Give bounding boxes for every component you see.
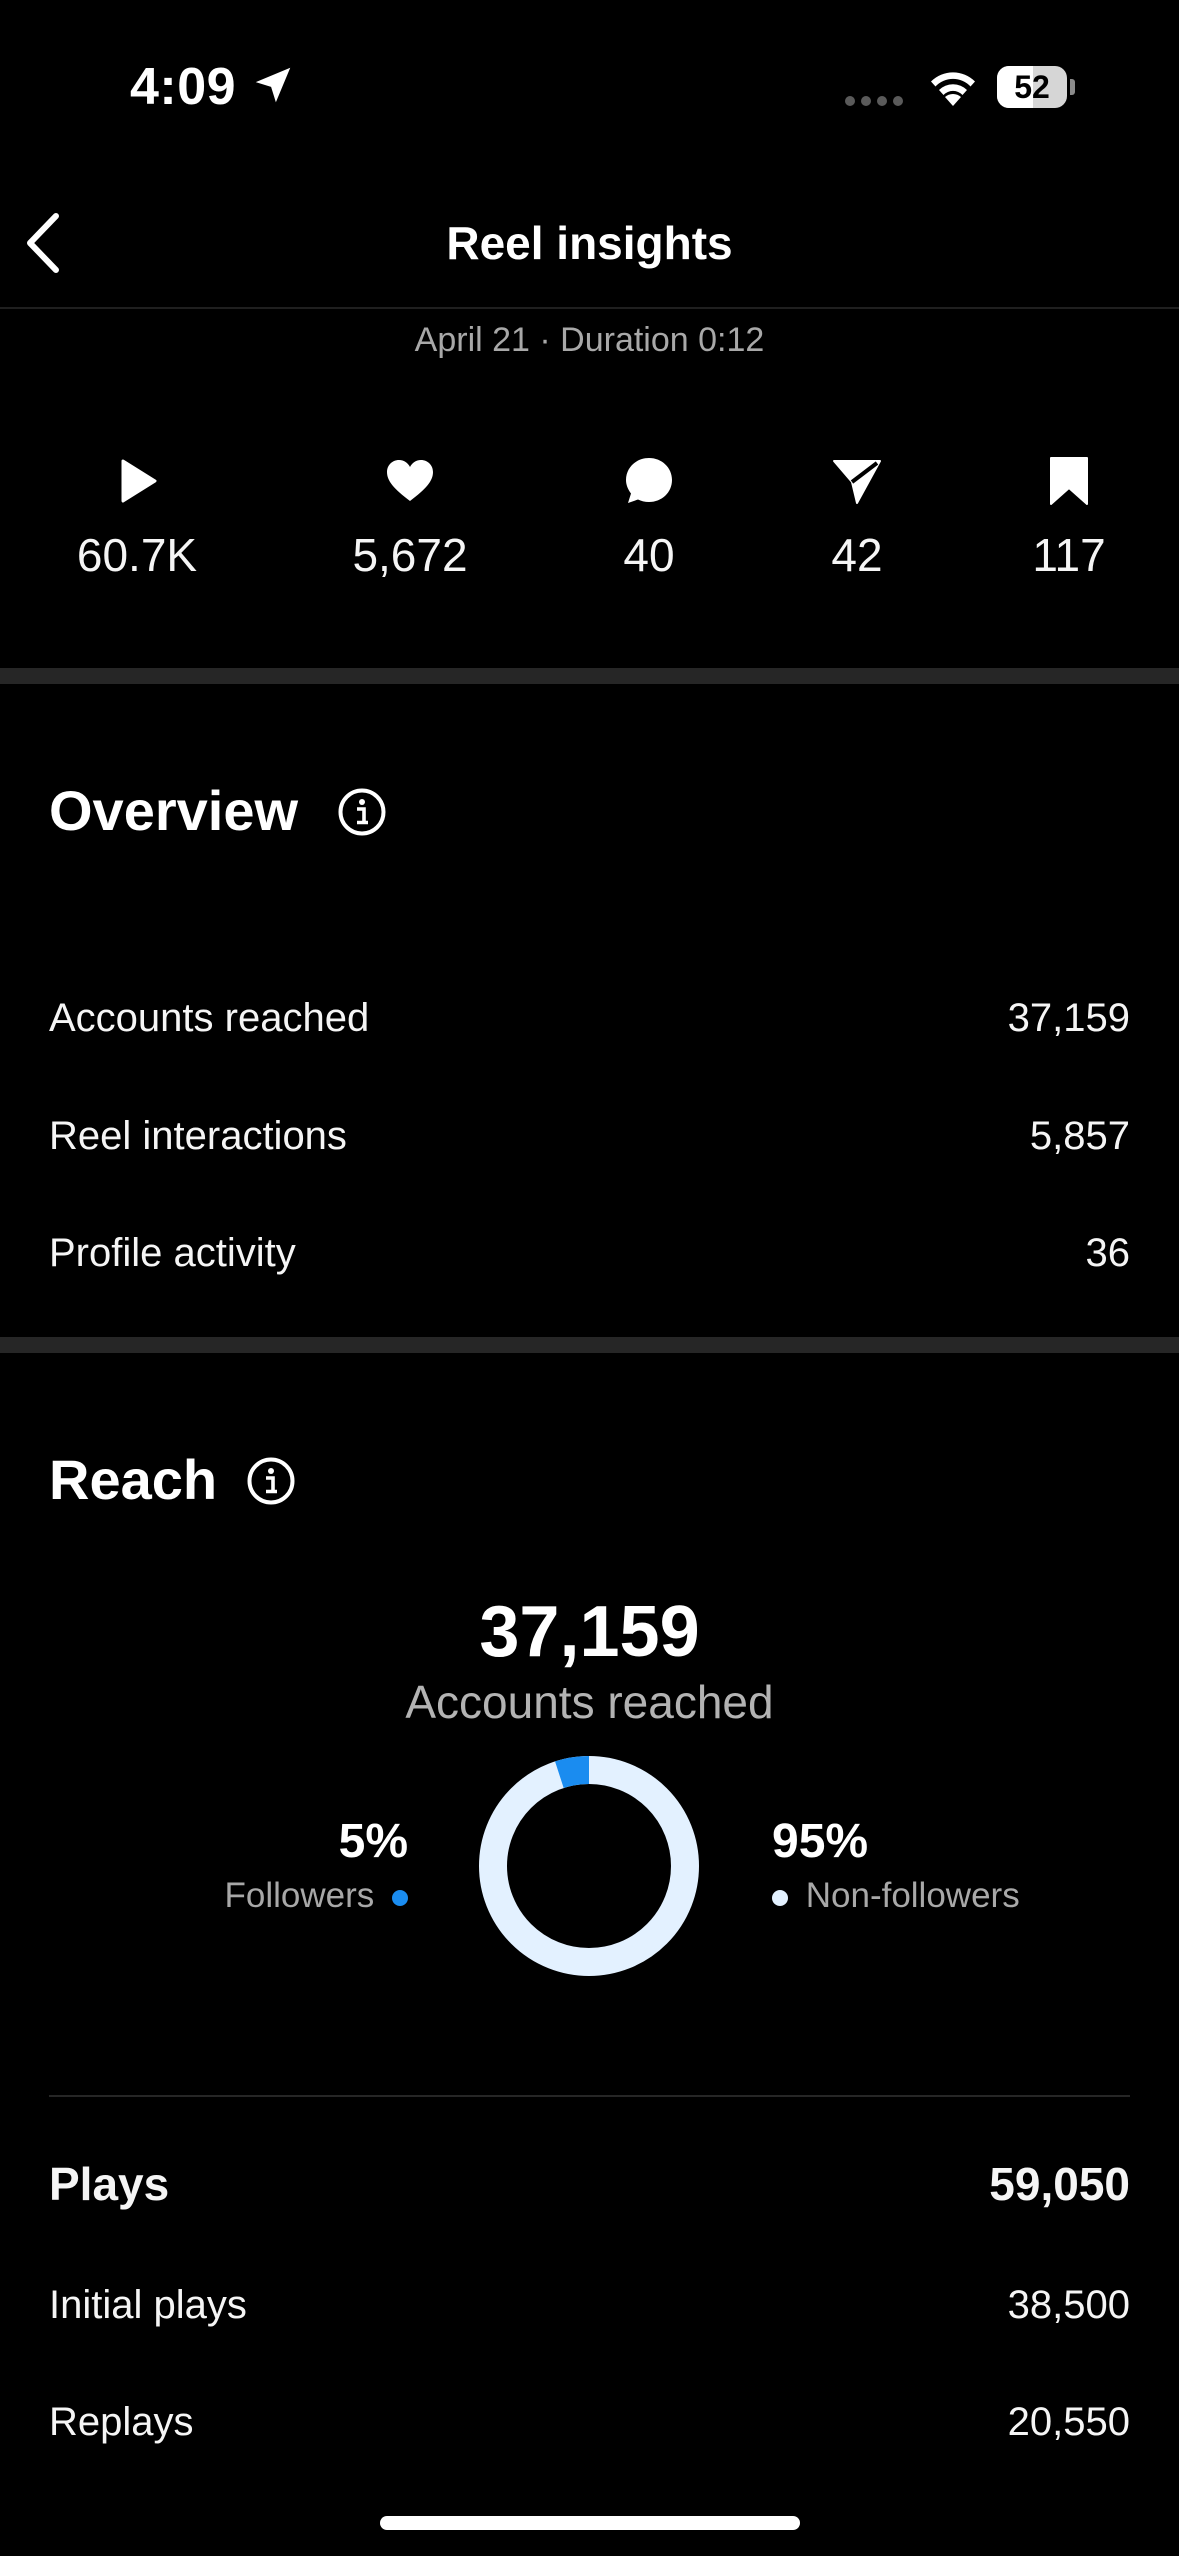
home-indicator[interactable] — [380, 2516, 800, 2530]
share-icon — [833, 460, 881, 504]
stat-saves: 117 — [969, 455, 1169, 583]
initial-plays-label: Initial plays — [49, 2283, 247, 2327]
reach-divider — [49, 2095, 1130, 2097]
overview-title: Overview — [49, 779, 299, 842]
shares-count: 42 — [831, 529, 883, 581]
reel-interactions-value: 5,857 — [1029, 1114, 1130, 1158]
section-divider — [0, 1337, 1179, 1353]
page-title: Reel insights — [446, 217, 733, 269]
reel-interactions-label: Reel interactions — [49, 1114, 347, 1158]
wifi-icon — [931, 72, 975, 106]
cellular-signal-icon — [845, 96, 903, 106]
profile-activity-value: 36 — [1085, 1231, 1131, 1275]
reach-total: 37,159 — [479, 1592, 700, 1672]
plays-value: 59,050 — [989, 2158, 1130, 2210]
likes-count: 5,672 — [352, 529, 468, 581]
non-followers-percent: 95% — [772, 1815, 869, 1868]
non-followers-dot — [772, 1889, 788, 1906]
bookmark-icon — [1050, 457, 1088, 505]
followers-dot — [392, 1889, 408, 1906]
location-arrow-icon — [255, 67, 291, 103]
reach-info-icon[interactable] — [246, 1456, 296, 1506]
stat-shares: 42 — [757, 455, 957, 583]
status-time: 4:09 — [130, 58, 237, 116]
saves-count: 117 — [1032, 529, 1106, 581]
comment-icon — [626, 458, 672, 503]
followers-legend: 5% Followers — [160, 1812, 408, 1920]
heart-icon — [387, 460, 433, 501]
stat-plays: 60.7K — [37, 455, 237, 583]
non-followers-label: Non-followers — [805, 1876, 1020, 1915]
plays-count: 60.7K — [76, 529, 198, 581]
replays-value: 20,550 — [1007, 2400, 1130, 2444]
followers-percent: 5% — [338, 1815, 408, 1868]
accounts-reached-value: 37,159 — [1007, 996, 1130, 1040]
non-followers-legend: 95% Non-followers — [772, 1812, 1092, 1920]
donut-segment-non-followers — [479, 1756, 699, 1976]
play-icon — [121, 459, 157, 503]
battery-level: 52 — [1014, 69, 1050, 105]
reach-donut-chart — [479, 1756, 699, 1976]
replays-label: Replays — [49, 2400, 194, 2444]
reach-total-label: Accounts reached — [405, 1676, 774, 1728]
section-divider — [0, 668, 1179, 684]
stat-likes: 5,672 — [310, 455, 510, 583]
reach-title: Reach — [49, 1448, 218, 1511]
battery-icon: 52 — [997, 66, 1075, 108]
followers-label: Followers — [224, 1876, 375, 1915]
profile-activity-label: Profile activity — [49, 1231, 296, 1275]
header-divider — [0, 307, 1179, 309]
plays-label: Plays — [49, 2158, 170, 2210]
comments-count: 40 — [623, 529, 675, 581]
stat-comments: 40 — [549, 455, 749, 583]
overview-info-icon[interactable] — [337, 787, 387, 837]
accounts-reached-label: Accounts reached — [49, 996, 370, 1040]
initial-plays-value: 38,500 — [1007, 2283, 1130, 2327]
reel-date-duration: April 21 · Duration 0:12 — [414, 321, 765, 359]
